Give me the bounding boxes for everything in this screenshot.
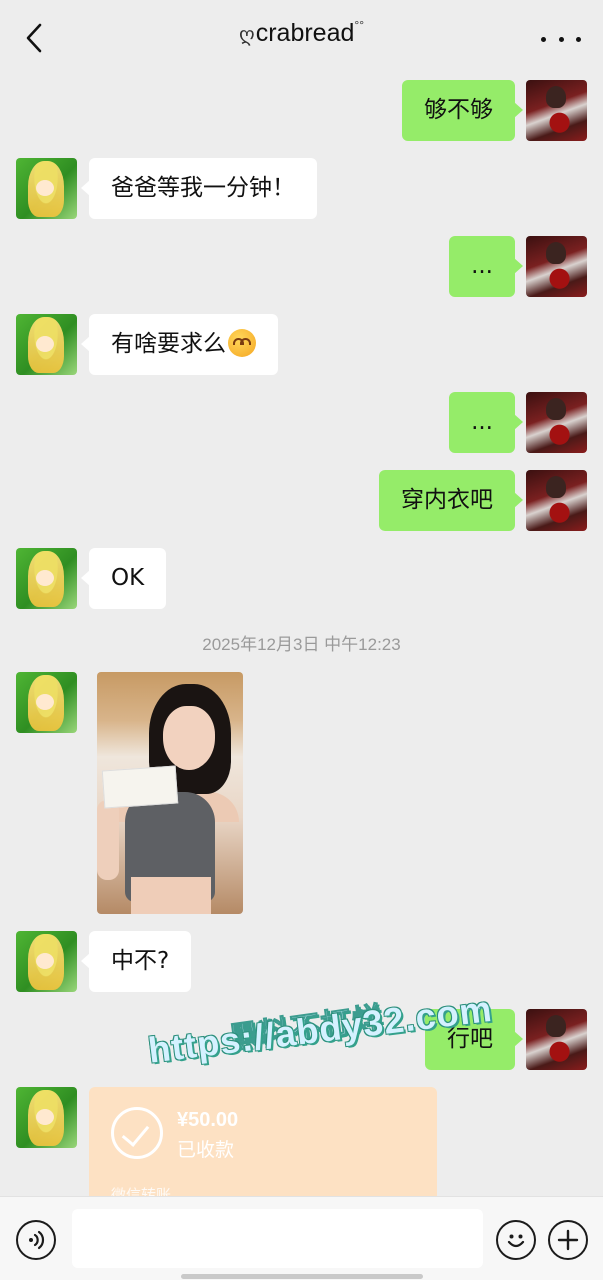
message-bubble-sent[interactable]: 穿内衣吧 — [379, 470, 523, 531]
chat-header: ღcrabread°° — [0, 0, 603, 74]
more-dots-icon — [541, 36, 546, 42]
my-avatar[interactable] — [526, 392, 587, 453]
title-suffix: °° — [354, 18, 364, 32]
my-avatar[interactable] — [526, 470, 587, 531]
more-dot — [576, 36, 581, 42]
transfer-card[interactable]: ¥50.00 已收款 微信转账 — [89, 1087, 437, 1197]
message-bubble-sent[interactable]: 够不够 — [402, 80, 523, 141]
contact-avatar[interactable] — [16, 672, 77, 733]
title-text: crabread — [255, 19, 355, 47]
message-bubble-received[interactable]: 中不? — [80, 931, 192, 992]
message-bubble-received[interactable]: 爸爸等我一分钟！ — [81, 158, 317, 219]
message-text: 有啥要求么 — [111, 331, 226, 357]
input-bar — [0, 1196, 603, 1280]
contact-avatar[interactable] — [16, 158, 77, 219]
message-bubble-received[interactable]: OK — [80, 548, 167, 609]
photo-detail — [101, 765, 179, 809]
contact-avatar[interactable] — [16, 314, 77, 375]
message-bubble-received[interactable]: 有啥要求么 — [81, 314, 278, 375]
contact-avatar[interactable] — [16, 931, 77, 992]
emoji-icon — [507, 1234, 525, 1248]
message-input[interactable] — [72, 1209, 483, 1268]
check-circle-icon — [111, 1107, 163, 1159]
message-bubble-sent[interactable]: ... — [449, 236, 523, 297]
voice-button[interactable] — [16, 1220, 56, 1260]
photo-detail — [97, 800, 119, 880]
heart-eyes-emoji-icon — [228, 329, 256, 357]
message-bubble-sent[interactable]: ... — [449, 392, 523, 453]
chat-title[interactable]: ღcrabread°° — [0, 18, 603, 48]
my-avatar[interactable] — [526, 80, 587, 141]
voice-icon — [29, 1230, 45, 1250]
contact-avatar[interactable] — [16, 548, 77, 609]
more-actions-button[interactable] — [548, 1220, 588, 1260]
title-prefix: ღ — [238, 24, 255, 46]
transfer-amount: ¥50.00 — [177, 1109, 239, 1131]
emoji-button[interactable] — [496, 1220, 536, 1260]
home-indicator[interactable] — [181, 1274, 423, 1279]
message-timestamp: 2025年12月3日 中午12:23 — [202, 635, 401, 654]
my-avatar[interactable] — [526, 236, 587, 297]
more-button[interactable] — [541, 24, 581, 54]
image-message[interactable] — [97, 672, 243, 914]
my-avatar[interactable] — [526, 1009, 587, 1070]
more-dot — [558, 36, 564, 42]
contact-avatar[interactable] — [16, 1087, 77, 1148]
photo-detail — [131, 877, 211, 914]
plus-icon — [557, 1229, 579, 1251]
transfer-status: 已收款 — [177, 1139, 235, 1161]
photo-detail — [163, 706, 215, 770]
